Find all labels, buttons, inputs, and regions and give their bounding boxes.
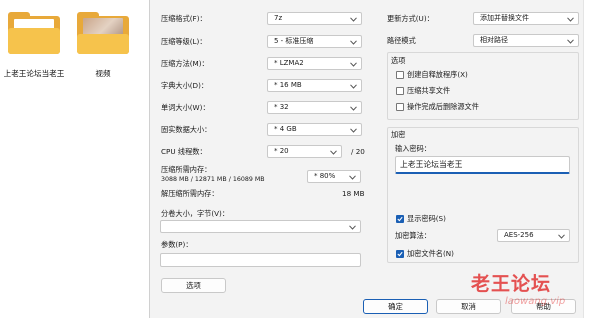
delete-after-checkbox[interactable] <box>396 103 404 111</box>
shared-files-checkbox[interactable] <box>396 87 404 95</box>
options-group-title: 选项 <box>391 56 406 65</box>
word-label: 单词大小(W)： <box>161 103 210 112</box>
folder-video-icon <box>77 12 129 54</box>
params-label: 参数(P)： <box>161 240 193 249</box>
encrypt-names-label: 加密文件名(N) <box>407 249 454 258</box>
format-select[interactable]: 7z <box>267 12 362 25</box>
params-input[interactable] <box>160 253 361 267</box>
watermark-url: laowang.vip <box>505 296 566 307</box>
desktop-folder-video[interactable]: 视频 <box>72 12 134 79</box>
sfx-checkbox[interactable] <box>396 71 404 79</box>
chevron-down-icon <box>350 59 357 67</box>
path-label: 路径模式 <box>387 36 416 45</box>
algo-select[interactable]: AES-256 <box>497 229 570 242</box>
shared-files-label: 压缩共享文件 <box>407 86 451 95</box>
chevron-down-icon <box>350 14 357 22</box>
scrollbar[interactable] <box>583 0 591 318</box>
threads-select[interactable]: * 20 <box>267 145 342 158</box>
threads-max: / 20 <box>351 147 365 156</box>
sfx-label: 创建自释放程序(X) <box>407 70 468 79</box>
password-label: 输入密码： <box>395 144 431 153</box>
word-select[interactable]: * 32 <box>267 101 362 114</box>
solid-label: 固实数据大小： <box>161 125 212 134</box>
mem-decompress-value: 18 MB <box>342 189 365 198</box>
chevron-down-icon <box>567 14 574 22</box>
desktop: 上老王论坛当老王 视频 <box>0 0 149 318</box>
desktop-folder-laowang[interactable]: 上老王论坛当老王 <box>3 12 65 79</box>
chevron-down-icon <box>350 37 357 45</box>
method-select[interactable]: * LZMA2 <box>267 57 362 70</box>
mem-usage-select[interactable]: * 80% <box>307 170 361 183</box>
chevron-down-icon <box>567 36 574 44</box>
show-password-label: 显示密码(S) <box>407 214 446 223</box>
mem-compress-label: 压缩所需内存： <box>161 165 212 174</box>
options-button[interactable]: 选项 <box>161 278 226 293</box>
chevron-down-icon <box>350 103 357 111</box>
delete-after-label: 操作完成后删除源文件 <box>407 102 479 111</box>
chevron-down-icon <box>330 147 337 155</box>
update-label: 更新方式(U)： <box>387 14 434 23</box>
chevron-down-icon <box>350 81 357 89</box>
update-select[interactable]: 添加并替换文件 <box>473 12 579 25</box>
chevron-down-icon <box>558 231 565 239</box>
show-password-checkbox[interactable] <box>396 215 404 223</box>
threads-label: CPU 线程数： <box>161 147 207 156</box>
chevron-down-icon <box>349 172 356 180</box>
cancel-button[interactable]: 取消 <box>436 299 501 314</box>
solid-select[interactable]: * 4 GB <box>267 123 362 136</box>
password-input[interactable]: 上老王论坛当老王 <box>395 156 570 174</box>
algo-label: 加密算法： <box>395 231 431 240</box>
encryption-group-title: 加密 <box>391 130 406 139</box>
mem-compress-detail: 3088 MB / 12871 MB / 16089 MB <box>161 176 265 183</box>
dict-label: 字典大小(D)： <box>161 81 209 90</box>
chevron-down-icon <box>349 222 356 230</box>
folder-label: 上老王论坛当老王 <box>3 69 65 78</box>
chevron-down-icon <box>350 125 357 133</box>
encrypt-names-checkbox[interactable] <box>396 250 404 258</box>
split-label: 分卷大小，字节(V)： <box>161 209 230 218</box>
method-label: 压缩方法(M)： <box>161 59 209 68</box>
folder-label: 视频 <box>95 69 111 78</box>
level-label: 压缩等级(L)： <box>161 37 207 46</box>
watermark-text: 老王论坛 <box>471 273 552 295</box>
split-size-select[interactable] <box>160 220 361 233</box>
format-label: 压缩格式(F)： <box>161 14 207 23</box>
ok-button[interactable]: 确定 <box>363 299 428 314</box>
folder-icon <box>8 12 60 54</box>
level-select[interactable]: 5 - 标准压缩 <box>267 35 362 48</box>
dict-select[interactable]: * 16 MB <box>267 79 362 92</box>
mem-decompress-label: 解压缩所需内存： <box>161 189 219 198</box>
path-select[interactable]: 相对路径 <box>473 34 579 47</box>
